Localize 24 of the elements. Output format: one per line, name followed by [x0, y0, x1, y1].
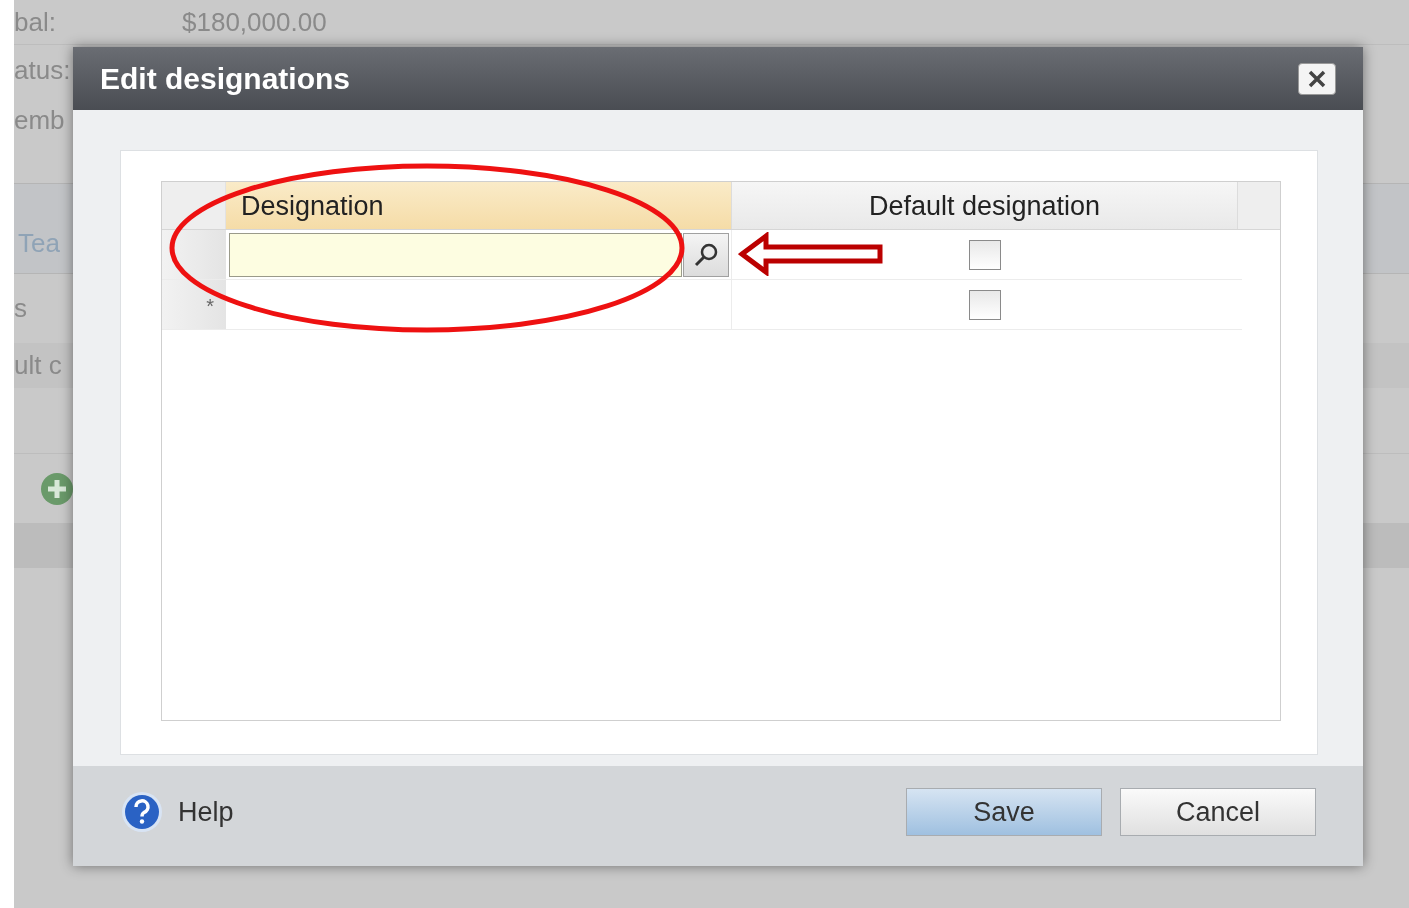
field-label: bal:: [14, 5, 57, 39]
toolbar-text: s: [14, 292, 27, 325]
save-button[interactable]: Save: [906, 788, 1102, 836]
row-header: [162, 230, 226, 279]
field-value: $180,000.00: [182, 5, 327, 39]
column-header[interactable]: Default designation: [732, 182, 1238, 229]
close-button[interactable]: [1298, 62, 1336, 95]
header-filler: [1238, 182, 1280, 229]
help-icon: [120, 791, 164, 833]
new-row-marker: *: [206, 296, 214, 319]
column-header: ult c: [14, 349, 62, 382]
search-button[interactable]: [683, 232, 729, 277]
cancel-button[interactable]: Cancel: [1120, 788, 1316, 836]
field-label: emb: [14, 103, 65, 137]
designation-field[interactable]: [229, 232, 682, 277]
close-icon: [1307, 68, 1327, 89]
window-title: Edit designations: [100, 61, 351, 97]
arrow-icon: [738, 232, 884, 276]
checkbox[interactable]: [969, 239, 1001, 270]
add-icon[interactable]: [40, 471, 74, 506]
help-link[interactable]: Help: [120, 791, 234, 833]
field-label: atus:: [14, 53, 71, 87]
checkbox[interactable]: [969, 289, 1001, 320]
column-header[interactable]: Designation: [226, 182, 732, 229]
